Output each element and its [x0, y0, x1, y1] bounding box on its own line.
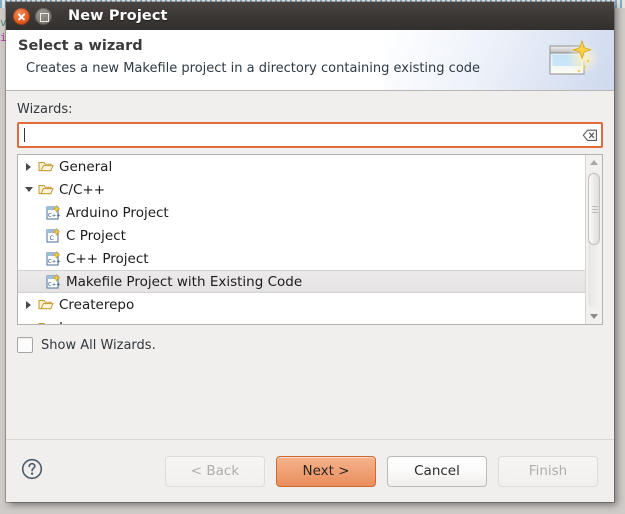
tree-row[interactable]: C/C++ — [18, 178, 585, 201]
wizard-nav-buttons: < Back Next > Cancel Finish — [165, 456, 600, 487]
wizards-label: Wizards: — [17, 91, 603, 122]
folder-open-icon — [36, 183, 56, 196]
scroll-down-icon[interactable] — [586, 309, 602, 324]
tree-row[interactable]: C++ C++ Project — [18, 247, 585, 270]
chevron-down-icon[interactable] — [21, 187, 36, 192]
show-all-wizards-label: Show All Wizards. — [41, 338, 156, 353]
svg-text:C++: C++ — [48, 282, 61, 288]
c-project-icon: C — [43, 228, 63, 243]
tree-item-label: Arduino Project — [63, 205, 169, 221]
scroll-up-icon[interactable] — [586, 155, 602, 170]
tree-scrollbar[interactable] — [585, 155, 602, 324]
svg-text:C: C — [50, 235, 54, 242]
scrollbar-thumb[interactable] — [588, 173, 600, 245]
help-icon[interactable] — [20, 457, 44, 485]
maximize-icon[interactable] — [35, 8, 52, 25]
tree-row[interactable]: C++ Arduino Project — [18, 201, 585, 224]
cpp-project-icon: C++ — [43, 251, 63, 266]
tree-item-label: Java — [56, 320, 88, 325]
window-title: New Project — [68, 8, 168, 24]
wizard-filter-field[interactable] — [17, 122, 603, 148]
dialog-titlebar: New Project — [6, 2, 614, 30]
new-project-dialog: New Project Select a wizard Creates a ne… — [6, 2, 614, 502]
chevron-right-icon[interactable] — [21, 324, 36, 325]
wizard-tree[interactable]: General C/C++ — [17, 154, 603, 325]
text-caret — [24, 128, 25, 142]
tree-item-label: C Project — [63, 228, 126, 244]
tree-row[interactable]: C C Project — [18, 224, 585, 247]
tree-row[interactable]: Java — [18, 316, 585, 324]
dialog-button-bar: < Back Next > Cancel Finish — [6, 439, 614, 502]
finish-button[interactable]: Finish — [498, 456, 598, 487]
search-input[interactable] — [19, 124, 579, 146]
page-description: Creates a new Makefile project in a dire… — [26, 61, 480, 76]
cancel-button[interactable]: Cancel — [387, 456, 487, 487]
svg-text:C++: C++ — [48, 213, 61, 219]
show-all-wizards-row[interactable]: Show All Wizards. — [17, 337, 603, 353]
cpp-project-icon: C++ — [43, 274, 63, 289]
next-button[interactable]: Next > — [276, 456, 376, 487]
folder-icon — [36, 321, 56, 324]
back-button[interactable]: < Back — [165, 456, 265, 487]
cpp-project-icon: C++ — [43, 205, 63, 220]
close-icon[interactable] — [13, 8, 30, 25]
scrollbar-track[interactable] — [588, 171, 600, 308]
tree-row[interactable]: General — [18, 155, 585, 178]
show-all-wizards-checkbox[interactable] — [17, 337, 33, 353]
tree-item-label: Createrepo — [56, 297, 134, 313]
folder-icon — [36, 298, 56, 311]
clear-text-icon[interactable] — [579, 124, 601, 146]
chevron-right-icon[interactable] — [21, 163, 36, 171]
dialog-header: Select a wizard Creates a new Makefile p… — [6, 30, 614, 91]
scrollbar-grip — [592, 206, 598, 213]
wizard-tree-rows: General C/C++ — [18, 155, 585, 324]
tree-row-selected[interactable]: C++ Makefile Project with Existing Code — [18, 270, 585, 293]
tree-item-label: C/C++ — [56, 182, 105, 198]
folder-icon — [36, 160, 56, 173]
new-project-wizard-icon — [538, 36, 598, 86]
tree-item-label: General — [56, 159, 112, 175]
dialog-content: Wizards: — [6, 91, 614, 439]
svg-text:C++: C++ — [48, 259, 61, 265]
tree-item-label: C++ Project — [63, 251, 149, 267]
tree-row[interactable]: Createrepo — [18, 293, 585, 316]
tree-item-label: Makefile Project with Existing Code — [63, 274, 302, 290]
chevron-right-icon[interactable] — [21, 301, 36, 309]
page-title: Select a wizard — [18, 38, 143, 54]
